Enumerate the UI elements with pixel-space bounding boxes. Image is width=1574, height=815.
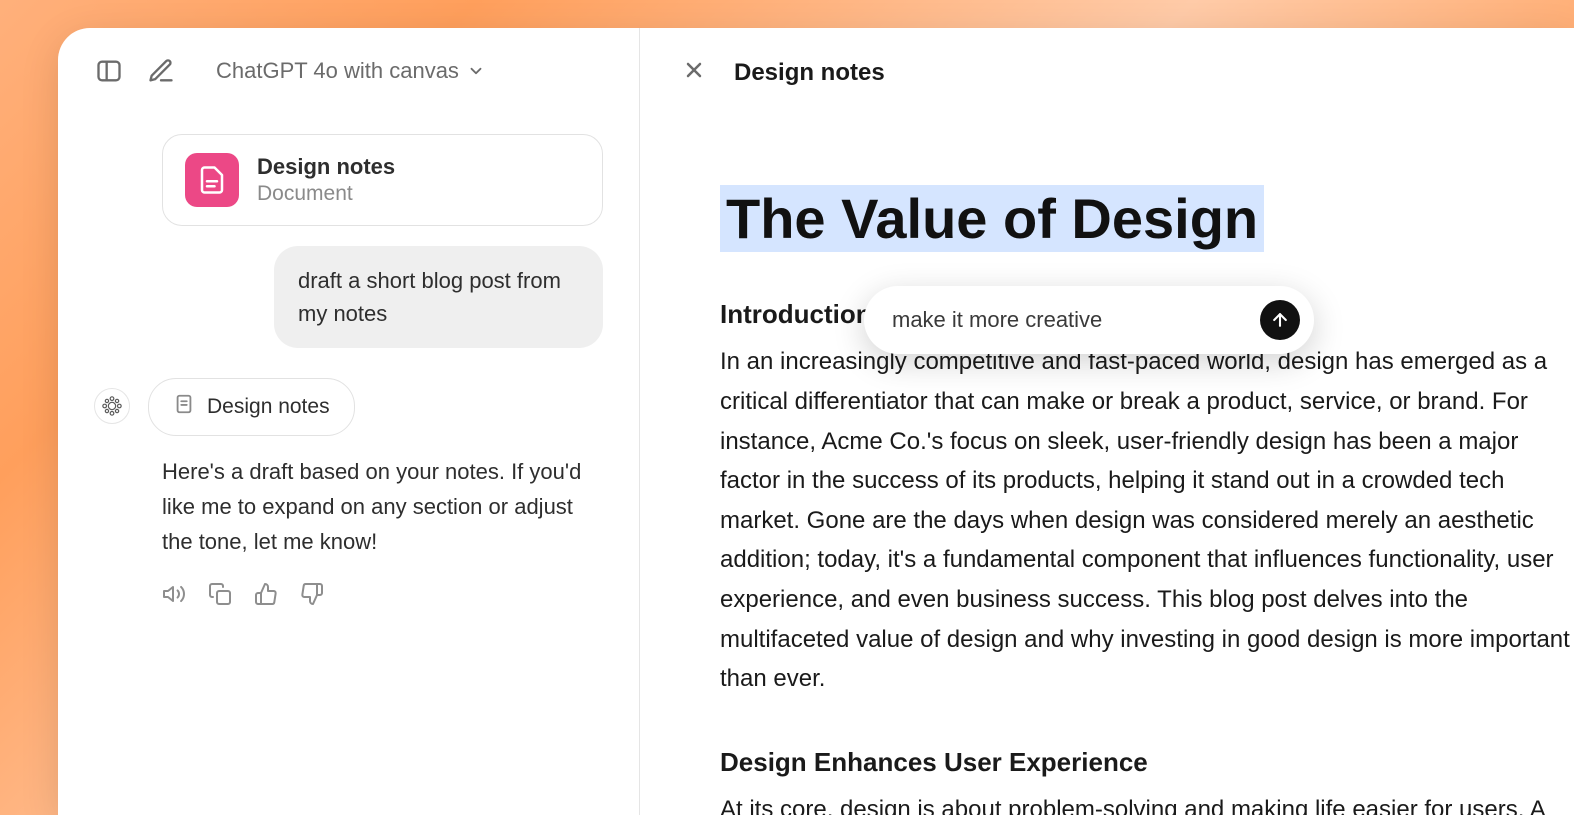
sidebar-toggle-icon[interactable] xyxy=(94,56,124,86)
chat-pane: ChatGPT 4o with canvas Design notes Docu… xyxy=(58,28,640,815)
send-button[interactable] xyxy=(1260,300,1300,340)
assistant-message: Here's a draft based on your notes. If y… xyxy=(162,454,603,560)
read-aloud-icon[interactable] xyxy=(162,582,186,611)
top-bar: ChatGPT 4o with canvas xyxy=(58,56,639,86)
inline-prompt xyxy=(864,286,1314,354)
document-icon xyxy=(185,153,239,207)
attachment-card[interactable]: Design notes Document xyxy=(162,134,603,226)
arrow-up-icon xyxy=(1270,310,1290,330)
section-heading-2[interactable]: Design Enhances User Experience xyxy=(720,747,1574,778)
canvas-title: Design notes xyxy=(734,59,885,87)
section-body-1[interactable]: In an increasingly competitive and fast-… xyxy=(720,342,1574,698)
app-window: ChatGPT 4o with canvas Design notes Docu… xyxy=(58,28,1574,815)
canvas-chip-label: Design notes xyxy=(207,395,330,419)
assistant-row: Design notes xyxy=(94,378,603,436)
inline-prompt-input[interactable] xyxy=(892,307,1260,333)
canvas-header: Design notes xyxy=(640,28,1574,117)
document-content[interactable]: The Value of Design Introduction In an i… xyxy=(640,117,1574,815)
new-chat-icon[interactable] xyxy=(146,56,176,86)
attachment-title: Design notes xyxy=(257,154,395,180)
chevron-down-icon xyxy=(467,62,485,80)
thumbs-up-icon[interactable] xyxy=(254,582,278,611)
message-actions xyxy=(162,582,603,611)
document-outline-icon xyxy=(173,393,195,421)
thumbs-down-icon[interactable] xyxy=(300,582,324,611)
canvas-chip[interactable]: Design notes xyxy=(148,378,355,436)
chat-area: Design notes Document draft a short blog… xyxy=(58,134,639,815)
document-heading[interactable]: The Value of Design xyxy=(720,185,1264,252)
attachment-subtitle: Document xyxy=(257,182,395,206)
section-body-2[interactable]: At its core, design is about problem-sol… xyxy=(720,790,1574,815)
canvas-pane: Design notes The Value of Design Introdu… xyxy=(640,28,1574,815)
close-icon[interactable] xyxy=(682,58,706,87)
copy-icon[interactable] xyxy=(208,582,232,611)
model-label: ChatGPT 4o with canvas xyxy=(216,58,459,84)
user-message: draft a short blog post from my notes xyxy=(274,246,603,348)
assistant-avatar-icon xyxy=(94,388,130,424)
model-selector[interactable]: ChatGPT 4o with canvas xyxy=(216,58,485,84)
